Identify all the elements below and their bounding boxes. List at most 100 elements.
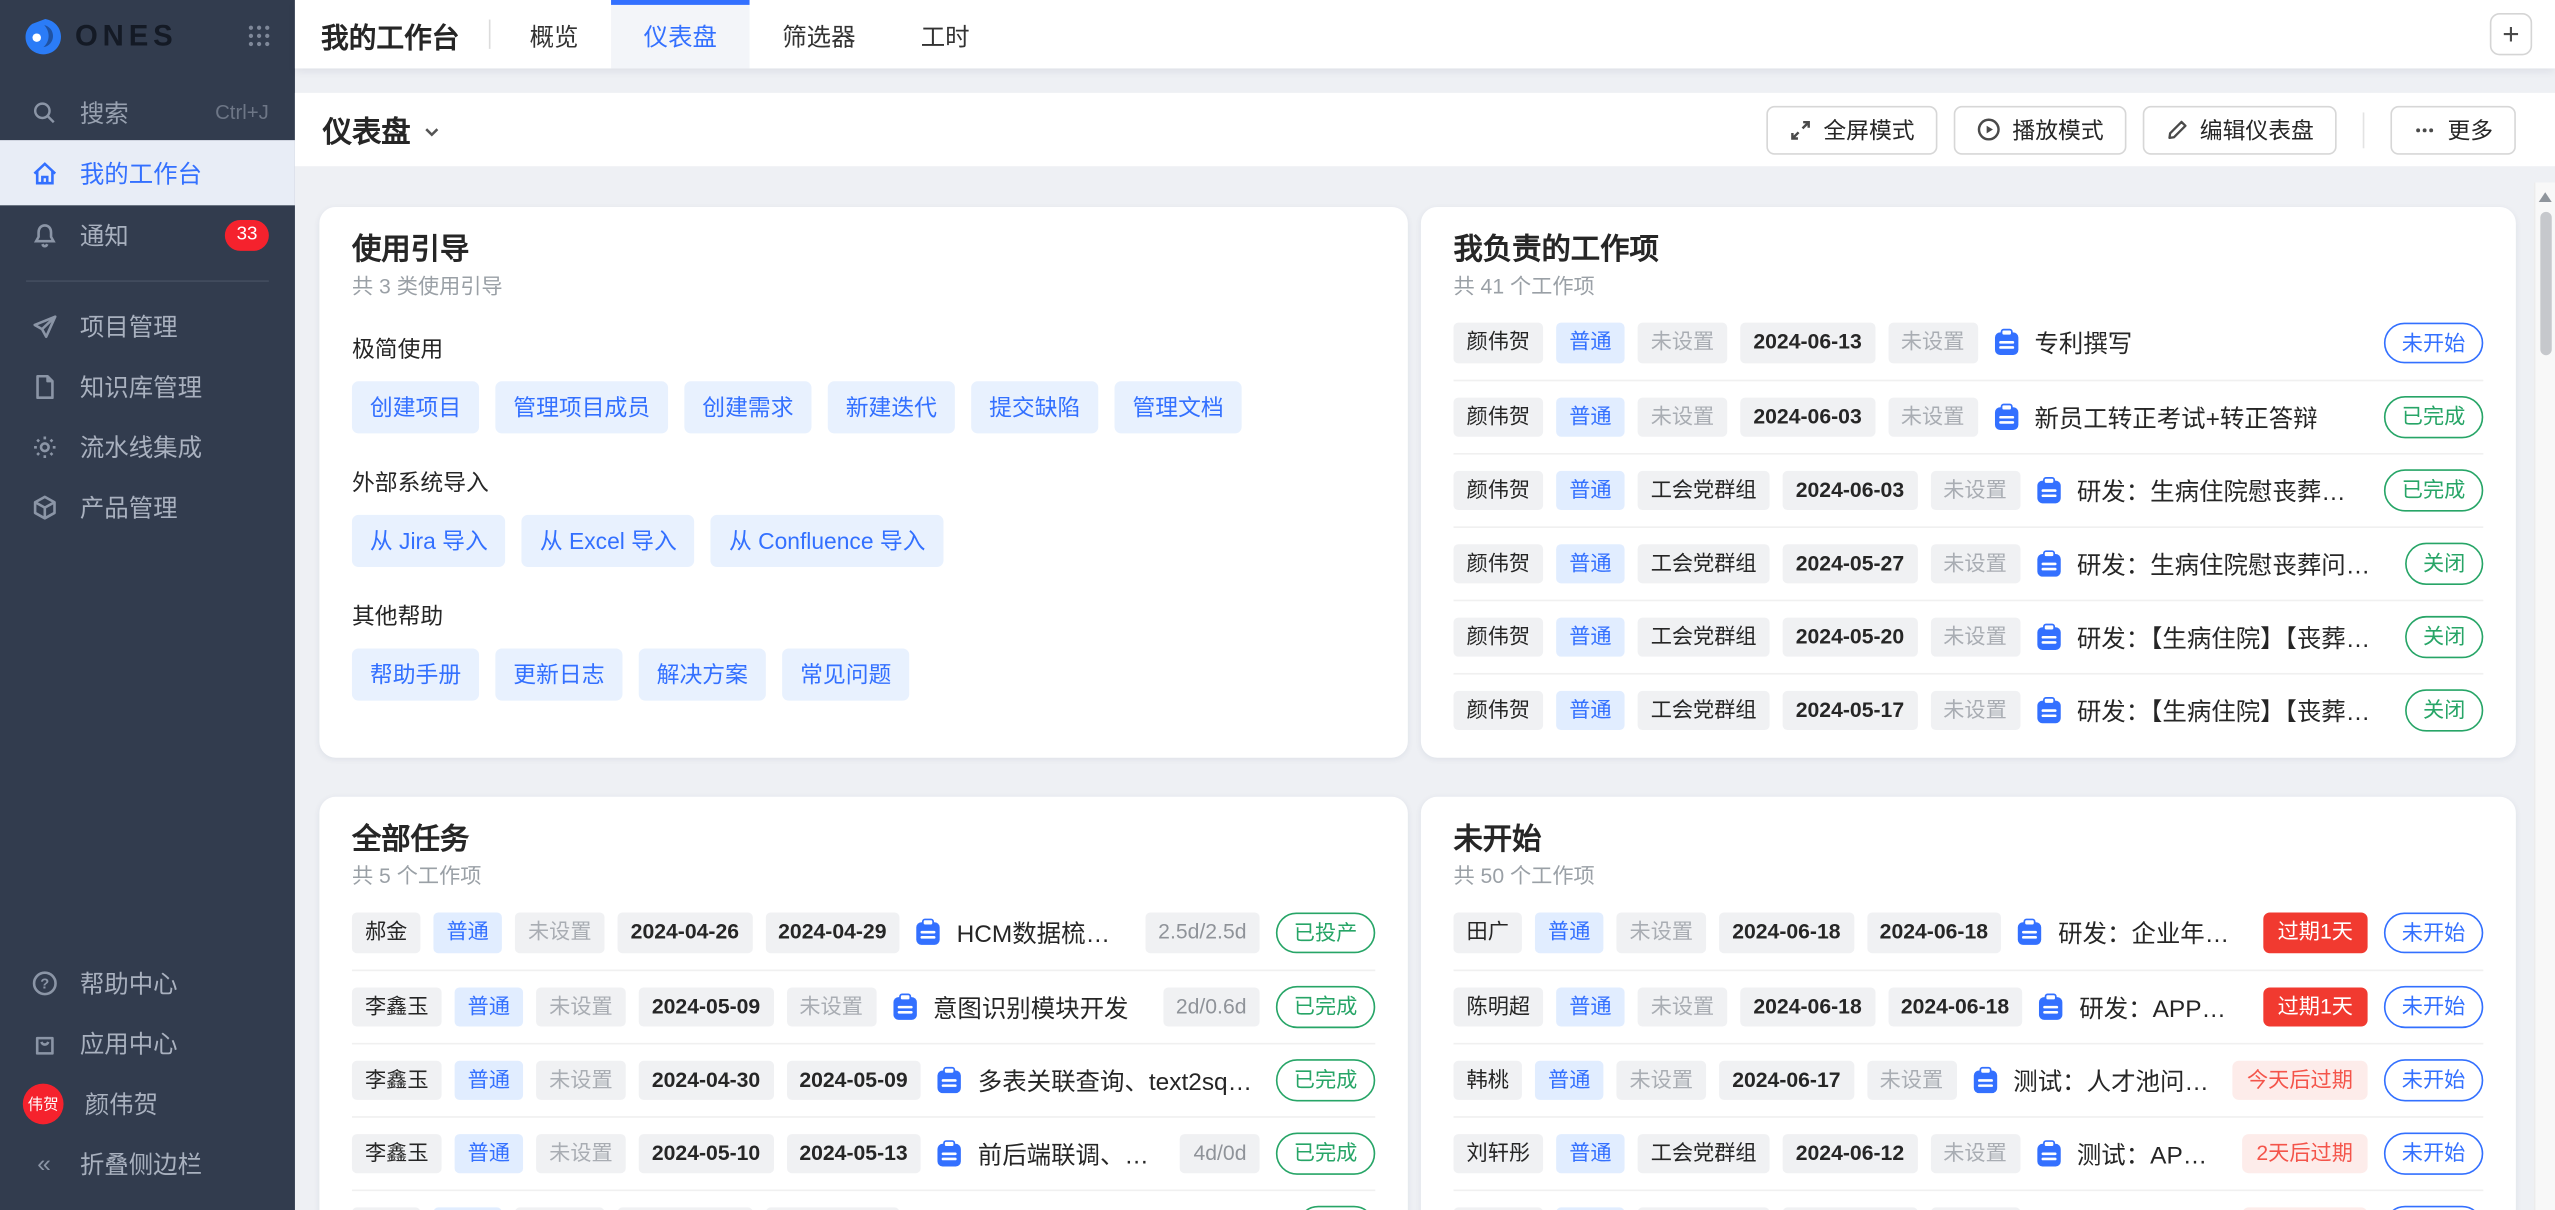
work-item-row[interactable]: 颜伟贺 普通 工会党群组 2024-05-27 未设置 研发：生病住院慰丧葬问申… [1453, 526, 2483, 599]
logo-row: ONES [0, 0, 295, 72]
collapse-icon: « [29, 1150, 58, 1178]
work-item-row[interactable]: 韩桃 普通 未设置 2024-06-17 未设置 测试：人才池问题修复 今天后过… [1453, 1043, 2483, 1116]
scrollbar-up-arrow-icon[interactable] [2539, 192, 2552, 202]
sidebar-item-wiki[interactable]: 知识库管理 [0, 357, 295, 417]
sidebar-item-help-center[interactable]: ? 帮助中心 [0, 953, 295, 1013]
work-item-row[interactable]: 颜伟贺 普通 工会党群组 2024-05-17 未设置 研发：【生病住院】【丧葬… [1453, 673, 2483, 746]
work-item-row[interactable]: 郝金 普通 未设置 2024-04-29 2024-05-10 前端页面开发、接… [352, 1190, 1375, 1210]
work-item-list: 郝金 普通 未设置 2024-04-26 2024-04-29 HCM数据梳理、… [352, 896, 1375, 1210]
task-title[interactable]: 研发：生病住院慰丧葬问申请和红娘奖申请审… [2077, 547, 2382, 581]
guide-link[interactable]: 从 Confluence 导入 [711, 515, 943, 567]
guide-link[interactable]: 更新日志 [495, 649, 622, 701]
content-scrollbar[interactable] [2534, 182, 2555, 1210]
task-clipboard-icon [1969, 1065, 2000, 1096]
end-date-tag: 2024-06-18 [1888, 987, 2022, 1027]
tab-worktime[interactable]: 工时 [888, 0, 1002, 68]
search-icon [29, 99, 58, 125]
help-icon: ? [29, 969, 58, 997]
row-right: 未开始 [2374, 322, 2483, 364]
work-item-row[interactable]: 刘轩彤 普通 工会党群组 2024-06-12 未设置 测试：APP-》工惠e家… [1453, 1116, 2483, 1189]
task-title[interactable]: 研发：生病住院慰丧葬问申请和红娘奖申请… [2077, 473, 2361, 507]
task-title[interactable]: HCM数据梳理、测试数据整理 [957, 916, 1123, 950]
status-badge: 已投产 [1276, 912, 1375, 954]
task-title[interactable]: 前后端联调、测试、bug优化 [978, 1137, 1158, 1171]
work-item-row[interactable]: 颜伟贺 普通 工会党群组 2024-06-03 未设置 研发：生病住院慰丧葬问申… [1453, 453, 2483, 526]
row-right: 关闭 [2395, 543, 2483, 585]
ellipsis-icon [2413, 118, 2436, 141]
app-grid-icon[interactable] [246, 23, 272, 49]
paper-plane-icon [29, 313, 58, 341]
guide-link[interactable]: 帮助手册 [352, 649, 479, 701]
row-right: 已完成 [1266, 1060, 1375, 1102]
work-item-row[interactable]: 颜伟贺 普通 工会党群组 2024-05-20 未设置 研发：【生病住院】【丧葬… [1453, 600, 2483, 673]
task-title[interactable]: 研发：【生病住院】【丧葬慰问】后端研发 [2077, 693, 2382, 727]
tab-overview[interactable]: 概览 [497, 0, 611, 68]
work-item-row[interactable]: 李鑫玉 普通 未设置 2024-05-10 2024-05-13 前后端联调、测… [352, 1116, 1375, 1189]
scrollbar-thumb[interactable] [2540, 212, 2551, 355]
end-date-tag: 2024-05-13 [786, 1133, 920, 1173]
work-item-row[interactable]: 刘轩彤 普通 工会党群组 2024-06-13 未设置 测试：工会管理-》工惠e… [1453, 1190, 2483, 1210]
work-item-row[interactable]: 郝金 普通 未设置 2024-04-26 2024-04-29 HCM数据梳理、… [352, 896, 1375, 969]
toolbar-actions: 全屏模式 播放模式 编辑仪表盘 [1766, 105, 2529, 154]
guide-link[interactable]: 新建迭代 [828, 381, 955, 433]
guide-link[interactable]: 解决方案 [639, 649, 766, 701]
sidebar-divider [26, 280, 269, 282]
sidebar-item-collapse[interactable]: « 折叠侧边栏 [0, 1133, 295, 1193]
card-not-started: 未开始 共 50 个工作项 田广 普通 未设置 2024-06-18 2024-… [1421, 797, 2516, 1210]
priority-tag: 普通 [1556, 617, 1624, 657]
assignee-tag: 颜伟贺 [1453, 690, 1543, 730]
sidebar-spacer [0, 538, 295, 953]
sidebar: ONES 搜索 Ctrl+J 我的工作台 通知 33 [0, 0, 295, 1210]
task-title[interactable]: 研发：APP菜单分块展示研发中… [2079, 990, 2240, 1024]
task-title[interactable]: 研发：【生病住院】【丧葬慰问】【红娘奖】 [2077, 620, 2382, 654]
pipeline-gear-icon [29, 433, 58, 461]
work-item-row[interactable]: 陈明超 普通 未设置 2024-06-18 2024-06-18 研发：APP菜… [1453, 970, 2483, 1043]
task-title[interactable]: 测试：人才池问题修复 [2013, 1063, 2209, 1097]
task-title[interactable]: 测试：APP-》工惠e家-》工会… [2077, 1137, 2219, 1171]
sidebar-item-notifications[interactable]: 通知 33 [0, 205, 295, 265]
start-date-tag: 2024-04-30 [639, 1060, 773, 1100]
work-item-row[interactable]: 颜伟贺 普通 未设置 2024-06-03 未设置 新员工转正考试+转正答辩 已… [1453, 380, 2483, 453]
sidebar-item-product[interactable]: 产品管理 [0, 477, 295, 537]
more-button[interactable]: 更多 [2390, 105, 2515, 154]
sidebar-item-pipeline[interactable]: 流水线集成 [0, 417, 295, 477]
task-title[interactable]: 新员工转正考试+转正答辩 [2034, 400, 2317, 434]
sidebar-search[interactable]: 搜索 Ctrl+J [0, 85, 295, 140]
guide-link[interactable]: 创建项目 [352, 381, 479, 433]
card-usage-guide: 使用引导 共 3 类使用引导 极简使用创建项目管理项目成员创建需求新建迭代提交缺… [319, 207, 1407, 758]
work-item-list: 颜伟贺 普通 未设置 2024-06-13 未设置 专利撰写 未开始 颜伟贺 普… [1453, 306, 2483, 746]
task-title[interactable]: 多表关联查询、text2sql优化 [978, 1063, 1253, 1097]
group-tag: 未设置 [1616, 1060, 1706, 1100]
guide-link[interactable]: 从 Excel 导入 [522, 515, 695, 567]
sidebar-item-app-center[interactable]: 应用中心 [0, 1013, 295, 1073]
work-item-row[interactable]: 李鑫玉 普通 未设置 2024-04-30 2024-05-09 多表关联查询、… [352, 1043, 1375, 1116]
hours-tag: 2.5d/2.5d [1145, 913, 1259, 953]
guide-section-label: 外部系统导入 [352, 466, 1375, 499]
sidebar-item-user[interactable]: 伟贺 颜伟贺 [0, 1073, 295, 1133]
task-title[interactable]: 专利撰写 [2034, 326, 2132, 360]
edit-dashboard-button[interactable]: 编辑仪表盘 [2143, 105, 2337, 154]
guide-link[interactable]: 管理文档 [1115, 381, 1242, 433]
fullscreen-button[interactable]: 全屏模式 [1766, 105, 1937, 154]
work-item-row[interactable]: 颜伟贺 普通 未设置 2024-06-13 未设置 专利撰写 未开始 [1453, 306, 2483, 379]
task-clipboard-icon [889, 992, 920, 1023]
card-title: 使用引导 [352, 230, 1375, 269]
task-title[interactable]: 意图识别模块开发 [933, 990, 1129, 1024]
guide-link[interactable]: 提交缺陷 [971, 381, 1098, 433]
guide-link[interactable]: 从 Jira 导入 [352, 515, 506, 567]
work-item-row[interactable]: 田广 普通 未设置 2024-06-18 2024-06-18 研发：企业年鉴权… [1453, 896, 2483, 969]
sidebar-item-workbench[interactable]: 我的工作台 [0, 140, 295, 205]
task-title[interactable]: 研发：企业年鉴权限修改 [2058, 916, 2240, 950]
dashboard-selector[interactable]: 仪表盘 [323, 108, 442, 150]
start-date-tag: 2024-06-18 [1740, 987, 1874, 1027]
work-item-row[interactable]: 李鑫玉 普通 未设置 2024-05-09 未设置 意图识别模块开发 2d/0.… [352, 970, 1375, 1043]
tab-dashboard[interactable]: 仪表盘 [611, 0, 750, 68]
tab-filters[interactable]: 筛选器 [750, 0, 889, 68]
guide-link[interactable]: 管理项目成员 [495, 381, 668, 433]
guide-link[interactable]: 常见问题 [782, 649, 909, 701]
priority-tag: 普通 [1556, 987, 1624, 1027]
guide-link[interactable]: 创建需求 [684, 381, 811, 433]
play-mode-button[interactable]: 播放模式 [1954, 105, 2127, 154]
add-tab-button[interactable]: + [2490, 13, 2532, 55]
sidebar-item-projects[interactable]: 项目管理 [0, 297, 295, 357]
